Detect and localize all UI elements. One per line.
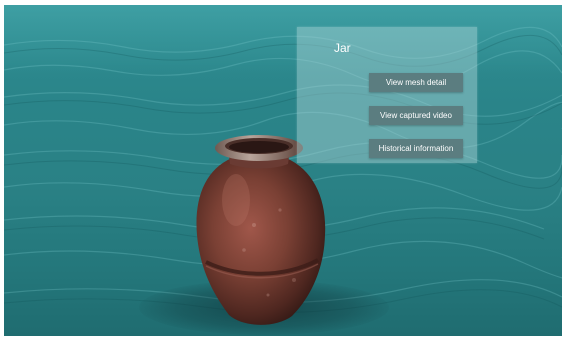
underwater-scene: Jar View mesh detail View captured video…	[4, 5, 562, 336]
view-captured-video-button[interactable]: View captured video	[369, 106, 463, 125]
view-mesh-detail-button[interactable]: View mesh detail	[369, 73, 463, 92]
historical-information-button[interactable]: Historical information	[369, 139, 463, 158]
panel-title: Jar	[334, 41, 351, 55]
screenshot-frame: Jar View mesh detail View captured video…	[0, 0, 566, 338]
info-panel: Jar View mesh detail View captured video…	[297, 27, 477, 163]
